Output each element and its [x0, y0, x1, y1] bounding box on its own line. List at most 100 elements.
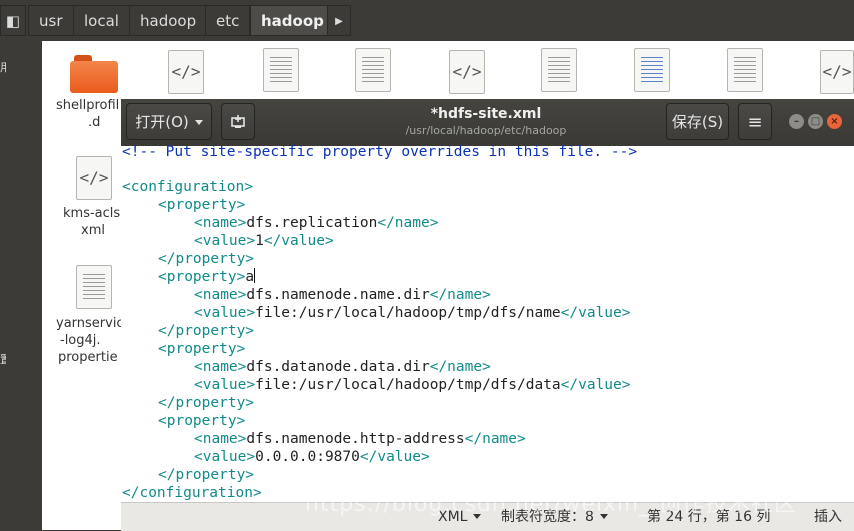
open-button-label: 打开(O)	[135, 113, 189, 131]
insert-mode[interactable]: 插入	[814, 503, 842, 531]
maximize-icon[interactable]: □	[808, 114, 823, 129]
xml-tag: <value>	[194, 377, 256, 393]
xml-tag: </property>	[158, 323, 255, 339]
xml-tag: <property>	[158, 269, 246, 285]
file-label[interactable]: shellprofil	[56, 97, 119, 114]
code-line: <!-- Put site-specific property override…	[122, 143, 637, 161]
xml-text: dfs.replication	[246, 215, 378, 231]
xml-tag: </property>	[158, 251, 255, 267]
header-bar: 打开(O) *hdfs-site.xml /usr/local/hadoop/e…	[121, 99, 854, 147]
back-icon[interactable]: ◧	[0, 5, 26, 36]
text-file-icon[interactable]	[541, 48, 577, 92]
path-bar: ◧ usr local hadoop etc hadoop ▶	[0, 0, 854, 41]
menu-icon[interactable]: ≡	[738, 103, 772, 140]
file-label[interactable]: xml	[81, 222, 105, 239]
xml-file-icon[interactable]: </>	[820, 50, 854, 94]
breadcrumb-etc[interactable]: etc	[205, 5, 251, 36]
xml-tag: <name>	[194, 359, 247, 375]
xml-tag: </value>	[359, 449, 430, 465]
code-line: </property>	[122, 250, 254, 268]
xml-tag: <property>	[158, 413, 246, 429]
xml-tag: </name>	[377, 215, 439, 231]
file-label[interactable]: yarnservic	[56, 315, 124, 332]
xml-tag: <value>	[194, 305, 256, 321]
xml-text: dfs.datanode.data.dir	[246, 359, 430, 375]
xml-tag: <name>	[194, 287, 247, 303]
next-arrow-icon[interactable]: ▶	[327, 5, 351, 36]
breadcrumb-hadoop-current[interactable]: hadoop	[250, 5, 335, 36]
code-line: <value>1</value>	[122, 232, 334, 250]
code-line: <name>dfs.namenode.http-address</name>	[122, 430, 526, 448]
xml-text: file:/usr/local/hadoop/tmp/dfs/data	[255, 377, 561, 393]
xml-tag: <value>	[194, 233, 256, 249]
xml-tag: <property>	[158, 197, 246, 213]
breadcrumb-usr[interactable]: usr	[28, 5, 74, 36]
xml-tag: <value>	[194, 449, 256, 465]
code-line: <value>file:/usr/local/hadoop/tmp/dfs/na…	[122, 304, 631, 322]
code-editor[interactable]: <!-- Put site-specific property override…	[121, 143, 854, 502]
watermark: https://blog.csdn.net/weixin_ 创作技术社区	[305, 492, 798, 517]
xml-tag: </name>	[429, 287, 491, 303]
xml-tag: </value>	[263, 233, 334, 249]
xml-file-icon[interactable]: </>	[449, 50, 485, 94]
xml-tag: </name>	[429, 359, 491, 375]
breadcrumb-local[interactable]: local	[73, 5, 130, 36]
code-line: </configuration>	[122, 484, 262, 502]
sidebar: 用 置	[0, 41, 42, 530]
xml-text: file:/usr/local/hadoop/tmp/dfs/name	[255, 305, 561, 321]
sidebar-label[interactable]: 置	[0, 351, 6, 367]
xml-text: a	[245, 269, 255, 285]
file-label[interactable]: propertie	[58, 349, 118, 366]
xml-tag: <name>	[194, 215, 247, 231]
file-label[interactable]: .d	[88, 114, 100, 131]
text-file-icon[interactable]	[76, 265, 112, 309]
code-line: </property>	[122, 394, 254, 412]
xml-text: dfs.namenode.http-address	[246, 431, 465, 447]
xml-tag: <configuration>	[122, 179, 253, 195]
new-document-button[interactable]	[221, 103, 255, 140]
code-line: <name>dfs.namenode.name.dir</name>	[122, 286, 491, 304]
minimize-icon[interactable]: –	[789, 114, 804, 129]
code-line: <property>	[122, 340, 245, 358]
xml-tag: </value>	[560, 377, 631, 393]
close-icon[interactable]: ×	[827, 114, 842, 129]
xml-file-icon[interactable]: </>	[168, 50, 204, 94]
xml-text: 1	[255, 233, 264, 249]
code-line: </property>	[122, 466, 254, 484]
new-document-icon	[231, 115, 245, 128]
save-button[interactable]: 保存(S)	[666, 103, 729, 140]
breadcrumb-hadoop[interactable]: hadoop	[129, 5, 208, 36]
xml-tag: </property>	[158, 467, 255, 483]
text-file-icon[interactable]	[727, 48, 763, 92]
code-line: <configuration>	[122, 178, 253, 196]
xml-file-icon[interactable]: </>	[76, 156, 112, 200]
xml-comment: <!-- Put site-specific property override…	[122, 144, 638, 160]
xml-tag: <property>	[158, 341, 246, 357]
file-label[interactable]: -log4j.	[60, 332, 101, 349]
open-button[interactable]: 打开(O)	[126, 103, 212, 140]
code-line: </property>	[122, 322, 254, 340]
text-file-icon[interactable]	[355, 48, 391, 92]
code-line: <value>file:/usr/local/hadoop/tmp/dfs/da…	[122, 376, 631, 394]
xml-tag: </property>	[158, 395, 255, 411]
xml-text: 0.0.0.0:9870	[255, 449, 360, 465]
code-line: <value>0.0.0.0:9870</value>	[122, 448, 430, 466]
code-line: <name>dfs.datanode.data.dir</name>	[122, 358, 491, 376]
file-label[interactable]: kms-acls.	[63, 205, 124, 222]
document-title: *hdfs-site.xml	[430, 106, 542, 122]
xml-tag: </value>	[560, 305, 631, 321]
code-line: <name>dfs.replication</name>	[122, 214, 438, 232]
folder-icon[interactable]	[70, 55, 118, 93]
text-cursor	[254, 268, 256, 283]
xml-tag: </name>	[464, 431, 526, 447]
code-line: <property>a	[122, 268, 256, 286]
code-line: <property>	[122, 412, 245, 430]
text-file-icon[interactable]	[263, 48, 299, 92]
document-path: /usr/local/hadoop/etc/hadoop	[405, 124, 567, 137]
script-file-icon[interactable]	[634, 48, 670, 92]
xml-tag: </configuration>	[122, 485, 262, 501]
sidebar-label[interactable]: 用	[0, 59, 6, 75]
chevron-down-icon	[194, 120, 203, 125]
xml-text: dfs.namenode.name.dir	[246, 287, 430, 303]
code-line: <property>	[122, 196, 245, 214]
